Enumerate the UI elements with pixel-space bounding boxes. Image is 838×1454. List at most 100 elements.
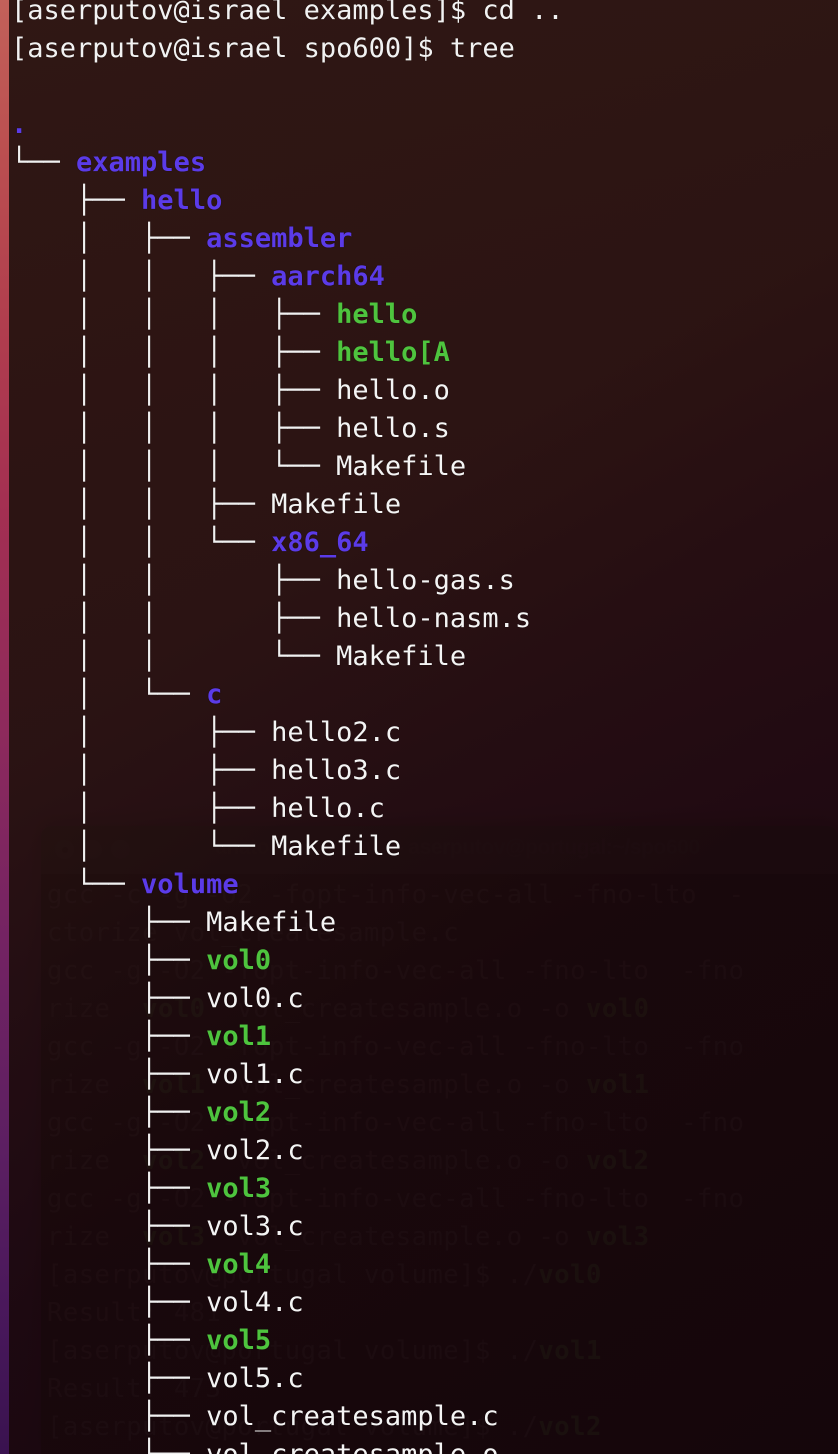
tree-line: ├── vol5: [11, 1322, 564, 1360]
tree-branch-glyph: ├──: [11, 945, 207, 976]
tree-line: │ │ ├── hello-nasm.s: [11, 600, 564, 638]
tree-branch-glyph: │ │ │ ├──: [11, 337, 337, 368]
tree-line: │ │ └── Makefile: [11, 638, 564, 676]
tree-branch-glyph: ├──: [11, 1097, 207, 1128]
tree-branch-glyph: │ │ ├──: [11, 489, 272, 520]
tree-branch-glyph: ├──: [11, 1325, 207, 1356]
tree-branch-glyph: ├──: [11, 1439, 206, 1454]
tree-branch-glyph: ├──: [11, 1021, 207, 1052]
tree-line: │ │ │ ├── hello: [11, 296, 564, 334]
tree-file-name: hello.c: [271, 793, 385, 824]
tree-file-name: vol_createsample.c: [206, 1401, 499, 1432]
tree-directory-name: hello: [141, 185, 223, 216]
tree-directory-name: aarch64: [271, 261, 385, 292]
tree-line: ├── vol_createsample.c: [11, 1398, 564, 1436]
tree-executable-name: hello: [336, 299, 418, 330]
tree-branch-glyph: ├──: [11, 1287, 207, 1318]
tree-file-name: vol1.c: [206, 1059, 304, 1090]
tree-file-name: Makefile: [271, 831, 402, 862]
tree-line: ├── vol0: [11, 942, 564, 980]
tree-file-name: hello.o: [336, 375, 450, 406]
tree-line: ├── vol2: [11, 1094, 564, 1132]
tree-command-output: [aserputov@israel examples]$ cd .. [aserp…: [11, 0, 564, 1454]
tree-line: │ ├── hello3.c: [11, 752, 564, 790]
foreground-terminal[interactable]: [aserputov@israel examples]$ cd .. [aserp…: [9, 0, 838, 1454]
tree-line: ├── vol4: [11, 1246, 564, 1284]
tree-line: │ ├── hello2.c: [11, 714, 564, 752]
tree-branch-glyph: ├──: [11, 1249, 207, 1280]
tree-file-name: vol2.c: [206, 1135, 304, 1166]
tree-line: │ ├── hello.c: [11, 790, 564, 828]
terminal-prompt-line: [aserputov@israel spo600]$ tree: [11, 30, 564, 68]
tree-executable-name: vol3: [206, 1173, 272, 1204]
tree-line: │ │ └── x86_64: [11, 524, 564, 562]
tree-branch-glyph: ├──: [11, 1173, 207, 1204]
tree-directory-name: .: [11, 109, 28, 140]
tree-line: │ └── Makefile: [11, 828, 564, 866]
tree-directory-name: assembler: [206, 223, 353, 254]
tree-branch-glyph: │ └──: [11, 831, 272, 862]
tree-file-name: hello2.c: [271, 717, 402, 748]
tree-branch-glyph: │ │ │ ├──: [11, 413, 337, 444]
tree-directory-name: volume: [141, 869, 239, 900]
tree-file-name: Makefile: [336, 641, 467, 672]
tree-line: ├── vol0.c: [11, 980, 564, 1018]
tree-line: │ │ ├── Makefile: [11, 486, 564, 524]
tree-line: │ │ │ └── Makefile: [11, 448, 564, 486]
tree-line: ├── vol4.c: [11, 1284, 564, 1322]
tree-file-name: vol3.c: [206, 1211, 304, 1242]
tree-executable-name: vol1: [206, 1021, 272, 1052]
tree-file-name: vol5.c: [206, 1363, 304, 1394]
tree-file-name: vol0.c: [206, 983, 304, 1014]
tree-line: ├── hello: [11, 182, 564, 220]
tree-line: │ │ │ ├── hello[A: [11, 334, 564, 372]
tree-branch-glyph: ├──: [11, 1401, 207, 1432]
tree-file-name: hello-nasm.s: [336, 603, 532, 634]
tree-branch-glyph: │ ├──: [11, 223, 207, 254]
tree-branch-glyph: │ ├──: [11, 717, 272, 748]
tree-branch-glyph: │ │ ├──: [11, 565, 337, 596]
tree-file-name: Makefile: [271, 489, 402, 520]
tree-branch-glyph: │ └──: [11, 679, 207, 710]
tree-branch-glyph: ├──: [11, 185, 142, 216]
tree-file-name: Makefile: [206, 907, 337, 938]
tree-line: │ │ │ ├── hello.o: [11, 372, 564, 410]
tree-file-name: vol4.c: [206, 1287, 304, 1318]
tree-branch-glyph: │ │ └──: [11, 527, 272, 558]
tree-branch-glyph: │ ├──: [11, 793, 272, 824]
tree-branch-glyph: ├──: [11, 1363, 207, 1394]
tree-branch-glyph: │ ├──: [11, 755, 272, 786]
tree-line: ├── vol3.c: [11, 1208, 564, 1246]
tree-line: │ ├── assembler: [11, 220, 564, 258]
tree-directory-name: c: [206, 679, 223, 710]
tree-line: └── volume: [11, 866, 564, 904]
tree-branch-glyph: ├──: [11, 1135, 207, 1166]
tree-line: ├── vol_createsample.o: [11, 1436, 564, 1454]
tree-line: ├── vol1.c: [11, 1056, 564, 1094]
tree-branch-glyph: └──: [11, 147, 77, 178]
tree-executable-name: vol5: [206, 1325, 272, 1356]
tree-file-name: Makefile: [336, 451, 467, 482]
tree-branch-glyph: ├──: [11, 1211, 207, 1242]
tree-branch-glyph: │ │ │ ├──: [11, 299, 337, 330]
tree-executable-name: vol0: [206, 945, 272, 976]
tree-line: │ │ │ ├── hello.s: [11, 410, 564, 448]
terminal-text: [aserputov@israel examples]$ cd ..: [11, 0, 564, 26]
tree-line: .: [11, 106, 564, 144]
tree-executable-name: hello[A: [336, 337, 450, 368]
tree-branch-glyph: ├──: [11, 983, 207, 1014]
tree-branch-glyph: │ │ │ └──: [11, 451, 337, 482]
tree-branch-glyph: ├──: [11, 1059, 207, 1090]
tree-file-name: vol_createsample.o: [206, 1439, 499, 1454]
tree-line: [11, 68, 564, 106]
tree-executable-name: vol2: [206, 1097, 272, 1128]
tree-branch-glyph: │ │ └──: [11, 641, 337, 672]
tree-branch-glyph: │ │ ├──: [11, 603, 337, 634]
tree-branch-glyph: │ │ ├──: [11, 261, 272, 292]
tree-file-name: hello3.c: [271, 755, 402, 786]
tree-branch-glyph: │ │ │ ├──: [11, 375, 337, 406]
terminal-text: [aserputov@israel spo600]$ tree: [11, 33, 515, 64]
tree-line: └── examples: [11, 144, 564, 182]
tree-directory-name: examples: [76, 147, 207, 178]
